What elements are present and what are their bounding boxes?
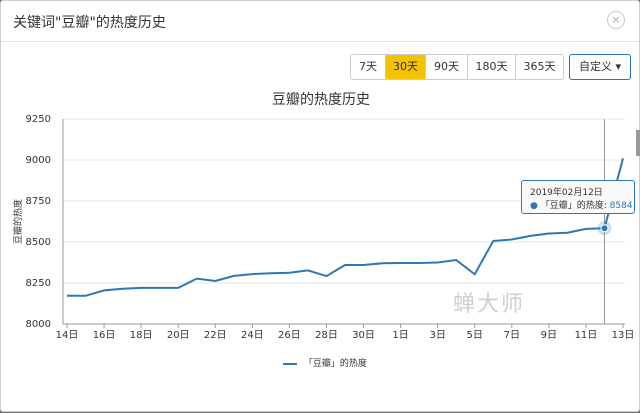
x-tick-label: 26日 — [278, 330, 301, 341]
y-tick-label: 8000 — [26, 319, 51, 330]
y-axis-label: 豆瓣的热度 — [12, 199, 24, 244]
x-tick-label: 9日 — [541, 330, 557, 341]
y-tick-label: 8750 — [26, 196, 51, 207]
dialog: 关键词"豆瓣"的热度历史 × 7天 30天 90天 180天 365天 自定义 … — [0, 0, 640, 412]
x-tick-label: 14日 — [56, 330, 79, 341]
y-tick-label: 9000 — [26, 155, 51, 166]
series-dot-icon: ● — [530, 201, 538, 211]
chart-tooltip: 2019年02月12日 ● 「豆瓣」的热度: 8584 — [521, 180, 635, 214]
legend-line-icon — [283, 362, 297, 365]
x-tick-label: 24日 — [241, 330, 264, 341]
tooltip-row: ● 「豆瓣」的热度: 8584 — [530, 198, 633, 211]
hover-point — [600, 224, 609, 233]
series-line — [67, 158, 624, 297]
x-tick-label: 5日 — [467, 330, 483, 341]
y-tick-label: 8250 — [26, 278, 51, 289]
x-tick-label: 20日 — [167, 330, 190, 341]
x-tick-label: 7日 — [504, 330, 520, 341]
tooltip-series-label: 「豆瓣」的热度: — [540, 201, 607, 211]
x-tick-label: 18日 — [130, 330, 153, 341]
x-tick-label: 1日 — [392, 330, 408, 341]
x-tick-label: 3日 — [429, 330, 445, 341]
x-tick-label: 16日 — [93, 330, 116, 341]
tooltip-date: 2019年02月12日 — [530, 188, 603, 198]
x-tick-label: 11日 — [575, 330, 598, 341]
x-tick-label: 22日 — [204, 330, 227, 341]
watermark: 蝉大师 — [453, 292, 526, 317]
legend-label: 「豆瓣」的热度 — [303, 359, 367, 369]
y-tick-label: 9250 — [26, 114, 51, 125]
y-tick-label: 8500 — [26, 237, 51, 248]
chart-legend[interactable]: 「豆瓣」的热度 — [283, 356, 367, 369]
tooltip-value: 8584 — [609, 201, 633, 211]
side-scroll-tab[interactable] — [636, 130, 640, 156]
x-tick-label: 28日 — [315, 330, 338, 341]
x-tick-label: 13日 — [612, 330, 635, 341]
x-tick-label: 30日 — [352, 330, 375, 341]
